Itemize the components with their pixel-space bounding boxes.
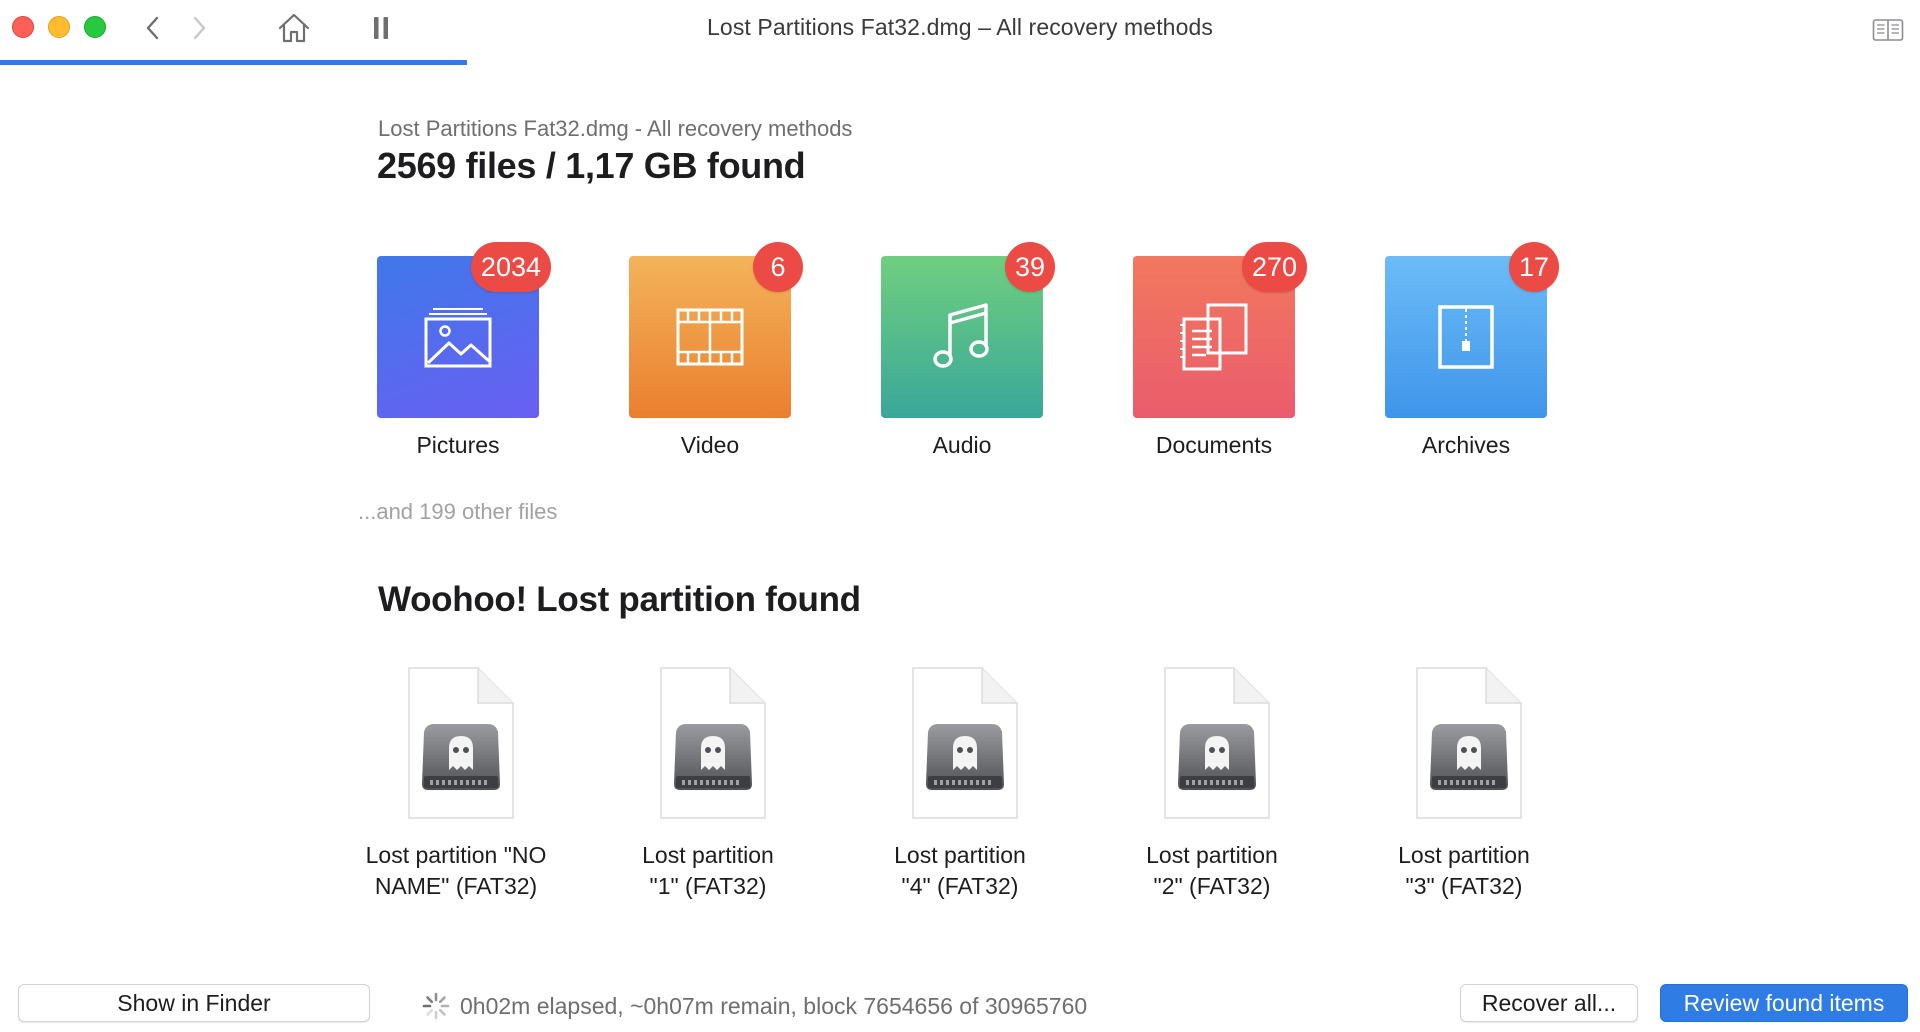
category-documents[interactable]: 270 Documents (1133, 242, 1307, 459)
partition-item[interactable]: Lost partition "3" (FAT32) (1349, 666, 1579, 902)
category-label: Pictures (416, 432, 500, 458)
archive-zip-icon (1438, 305, 1494, 369)
title-bar: Lost Partitions Fat32.dmg – All recovery… (0, 0, 1920, 65)
partition-item[interactable]: Lost partition "4" (FAT32) (845, 666, 1075, 902)
show-in-finder-button[interactable]: Show in Finder (18, 984, 370, 1022)
partition-label: Lost partition "3" (FAT32) (1398, 842, 1530, 899)
category-pictures[interactable]: 2034 Pictures (377, 242, 551, 459)
scan-source-subtitle: Lost Partitions Fat32.dmg - All recovery… (378, 116, 853, 141)
category-label: Archives (1421, 432, 1511, 458)
scan-status: 0h02m elapsed, ~0h07m remain, block 7654… (422, 992, 1087, 1020)
category-count-badge: 2034 (470, 242, 551, 292)
partition-item[interactable]: Lost partition "2" (FAT32) (1097, 666, 1327, 902)
category-count-badge: 17 (1508, 242, 1559, 292)
category-label: Audio (932, 432, 992, 458)
partition-label: Lost partition "NO NAME" (FAT32) (365, 842, 547, 899)
disk-image-ghost-icon (912, 667, 1018, 819)
music-note-icon (933, 303, 989, 368)
disk-image-ghost-icon (660, 667, 766, 819)
documents-icon (1180, 303, 1248, 371)
category-tile[interactable]: 17 (1385, 242, 1559, 418)
scan-progress-bar (0, 60, 1920, 65)
partition-label: Lost partition "1" (FAT32) (642, 842, 774, 899)
category-label: Documents (1155, 432, 1273, 458)
partition-item[interactable]: Lost partition "NO NAME" (FAT32) (341, 666, 571, 902)
app-window: Lost Partitions Fat32.dmg – All recovery… (0, 0, 1920, 1032)
book-sidebar-icon (1872, 19, 1904, 41)
scan-status-text: 0h02m elapsed, ~0h07m remain, block 7654… (460, 992, 1088, 1019)
scan-progress-fill (0, 60, 467, 65)
category-count-badge: 6 (753, 242, 803, 292)
other-files-link[interactable]: ...and 199 other files (358, 499, 557, 525)
film-icon (676, 308, 744, 366)
category-tile[interactable]: 6 (629, 242, 803, 418)
category-count-badge: 270 (1241, 242, 1307, 292)
partitions-heading: Woohoo! Lost partition found (378, 580, 861, 619)
disk-image-ghost-icon (1416, 667, 1522, 819)
category-tile[interactable]: 2034 (377, 242, 551, 418)
category-tile[interactable]: 270 (1133, 242, 1307, 418)
picture-icon (424, 308, 492, 368)
category-count-badge: 39 (1004, 242, 1055, 292)
recover-all-button[interactable]: Recover all... (1460, 984, 1638, 1022)
category-archives[interactable]: 17 Archives (1385, 242, 1559, 459)
category-video[interactable]: 6 Video (629, 242, 803, 459)
window-title: Lost Partitions Fat32.dmg – All recovery… (707, 14, 1213, 40)
category-tile[interactable]: 39 (881, 242, 1055, 418)
disk-image-ghost-icon (1164, 667, 1270, 819)
disk-image-ghost-icon (408, 667, 514, 819)
partition-item[interactable]: Lost partition "1" (FAT32) (593, 666, 823, 902)
review-found-items-button[interactable]: Review found items (1660, 984, 1908, 1022)
spinner-icon (422, 992, 450, 1020)
category-audio[interactable]: 39 Audio (881, 242, 1055, 459)
partition-label: Lost partition "2" (FAT32) (1146, 842, 1278, 899)
preview-panel-toggle[interactable] (1868, 10, 1908, 50)
partition-label: Lost partition "4" (FAT32) (894, 842, 1026, 899)
category-label: Video (680, 432, 740, 458)
found-summary-heading: 2569 files / 1,17 GB found (377, 145, 806, 186)
